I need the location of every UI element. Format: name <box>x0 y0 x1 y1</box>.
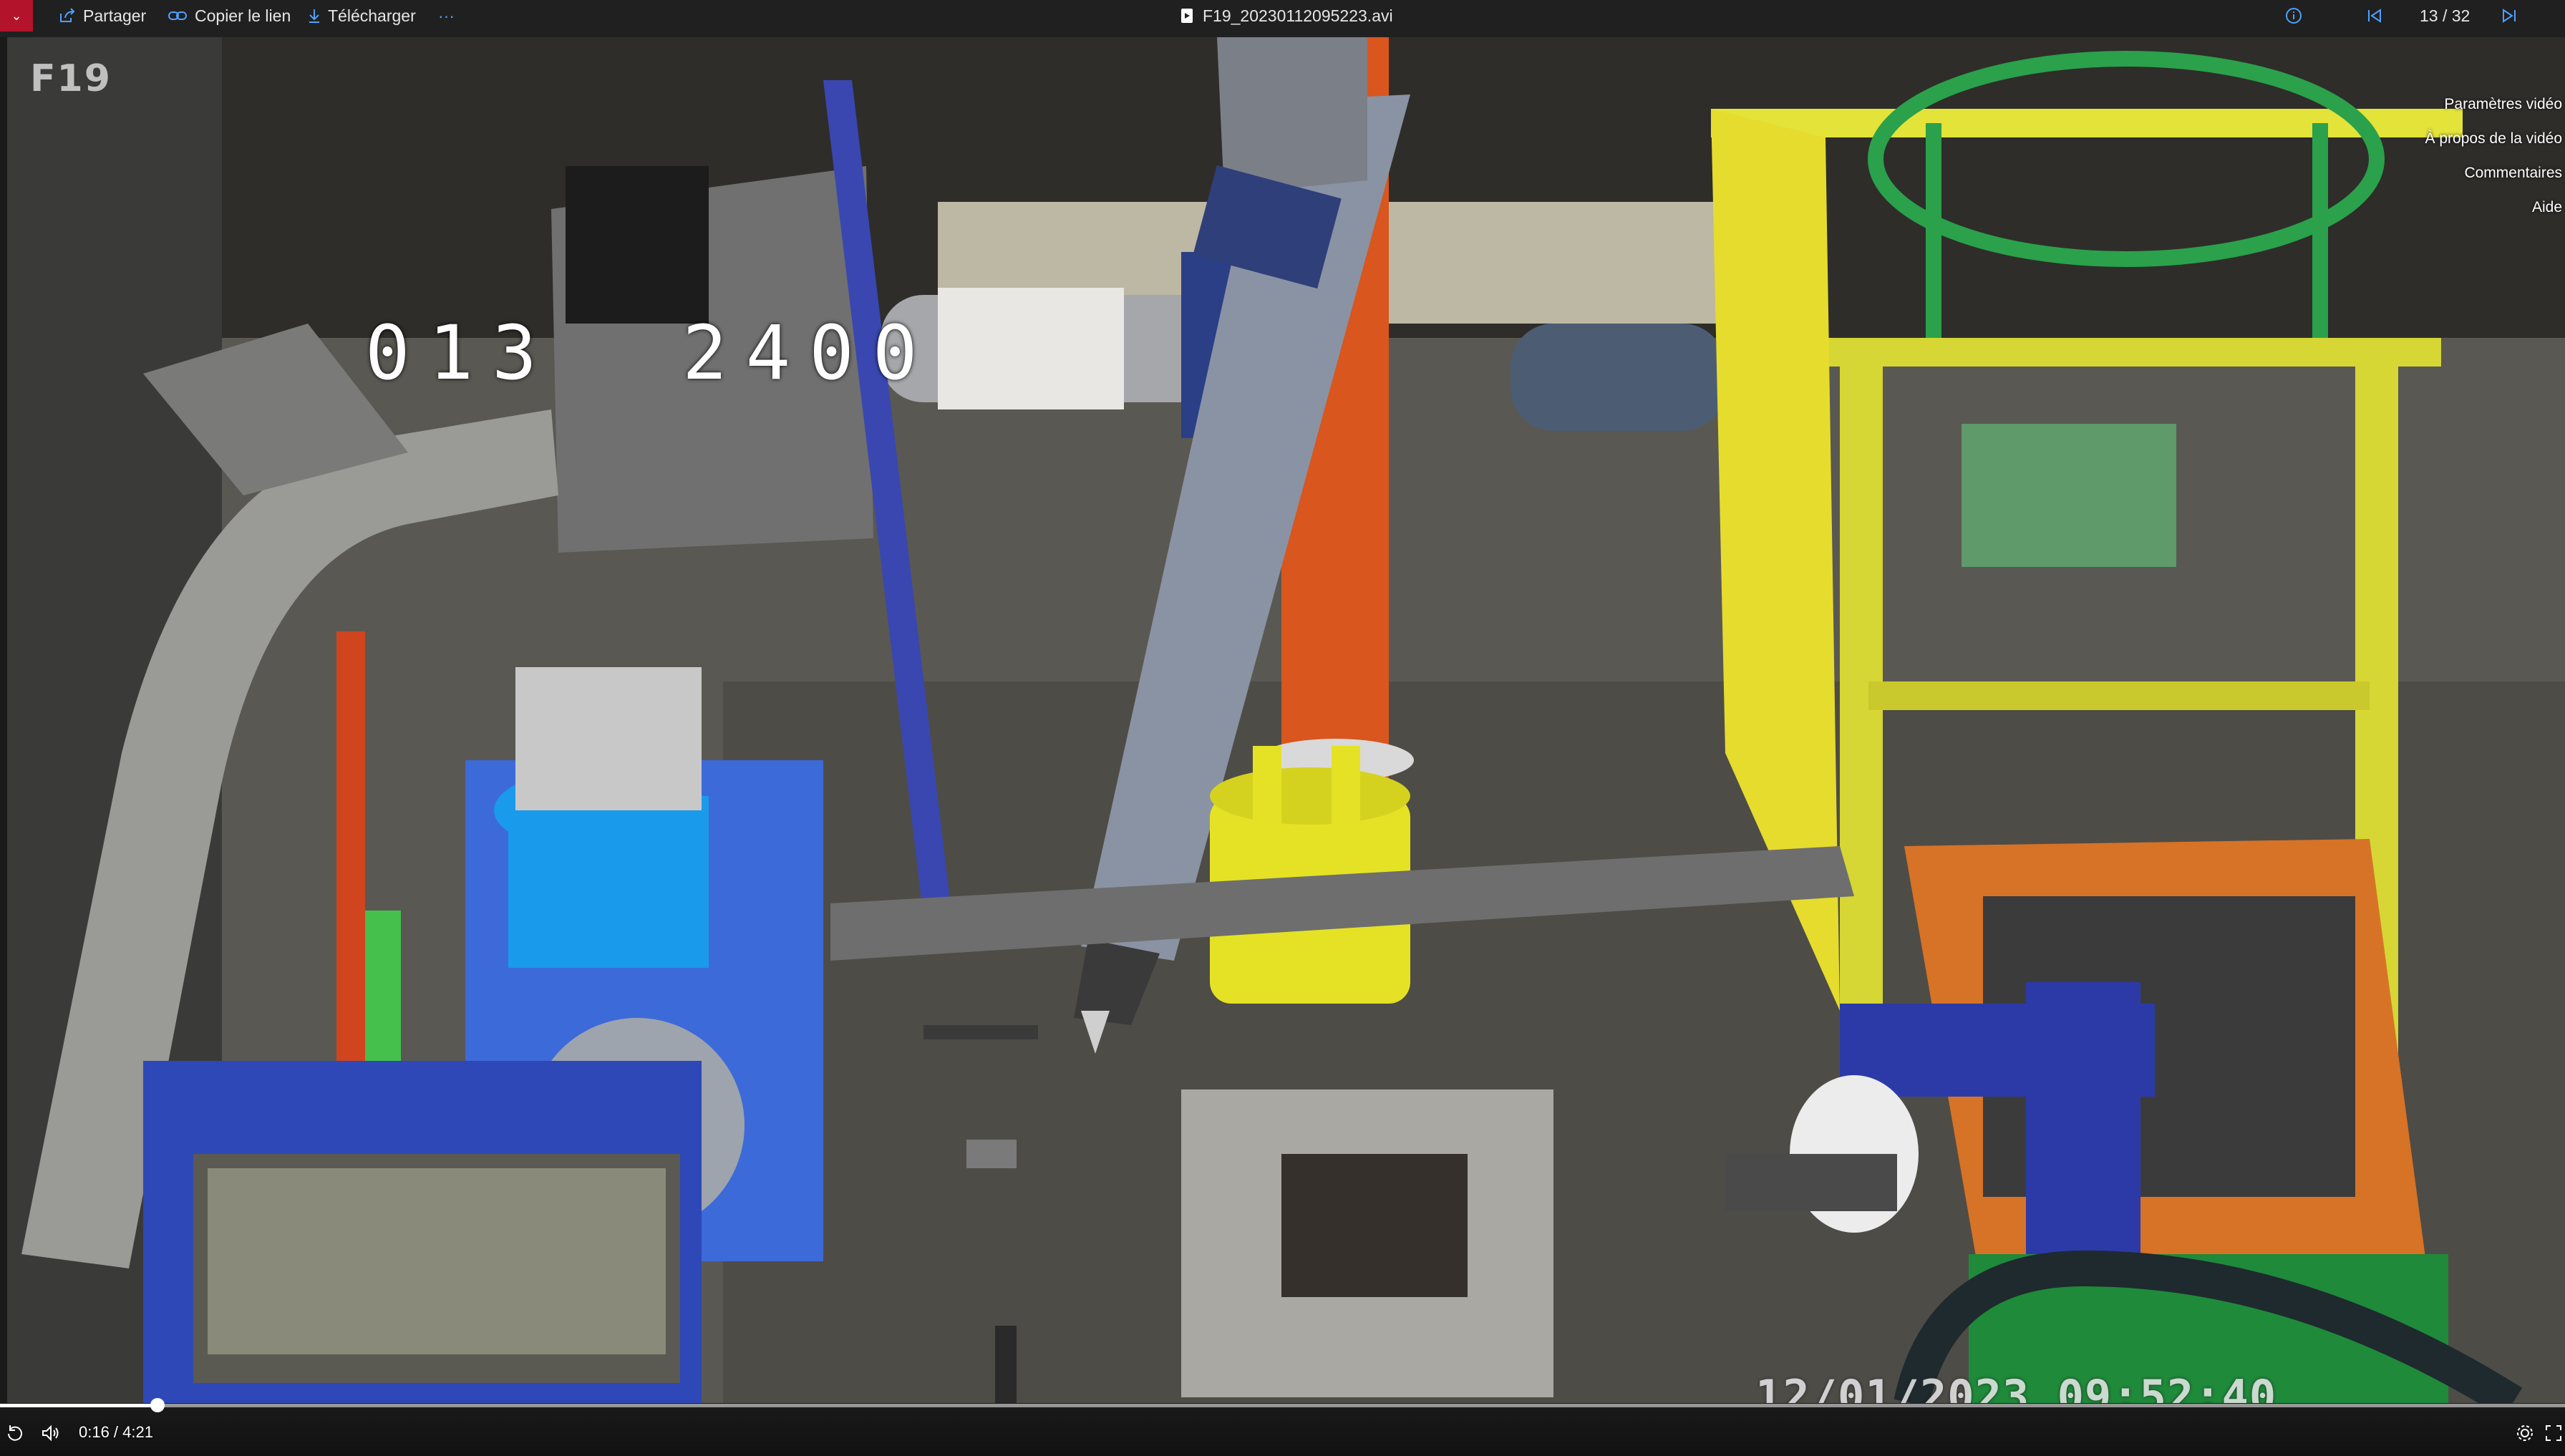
menu-item-comments[interactable]: Commentaires <box>2393 156 2565 190</box>
app-menu-button[interactable]: ⌄ <box>0 0 33 31</box>
osd-timestamp: 12/01/2023 09:52:40 <box>1755 1370 2277 1403</box>
download-label: Télécharger <box>328 6 416 25</box>
video-settings-button[interactable] <box>2514 1422 2536 1444</box>
link-icon <box>168 11 187 20</box>
replay-icon <box>8 1425 22 1441</box>
seek-handle[interactable] <box>150 1398 165 1412</box>
volume-icon <box>42 1425 59 1442</box>
share-label: Partager <box>83 6 147 25</box>
skip-previous-icon <box>2368 9 2381 23</box>
skip-next-icon <box>2503 9 2516 23</box>
share-button[interactable]: Partager <box>59 0 146 31</box>
share-icon <box>60 8 75 22</box>
seek-bar-progress <box>0 1404 157 1407</box>
osd-counter: 013 2400 <box>365 309 936 397</box>
fullscreen-button[interactable] <box>2543 1422 2564 1444</box>
more-icon: ··· <box>438 6 455 25</box>
menu-item-help[interactable]: Aide <box>2393 190 2565 225</box>
more-options-button[interactable]: ··· <box>438 0 455 31</box>
gear-icon <box>2517 1425 2533 1441</box>
download-button[interactable]: Télécharger <box>308 0 416 31</box>
camera-label: F19 <box>30 57 112 100</box>
copy-link-button[interactable]: Copier le lien <box>168 0 291 31</box>
info-icon <box>2286 8 2302 24</box>
video-frame[interactable]: F19 013 2400 12/01/2023 09:52:40 Paramèt… <box>7 37 2565 1403</box>
file-title: F19_20230112095223.avi <box>1181 0 1393 31</box>
previous-button[interactable] <box>2367 0 2382 31</box>
item-counter: 13 / 32 <box>2420 6 2471 25</box>
menu-item-about-video[interactable]: À propos de la vidéo <box>2393 122 2565 156</box>
player-controls <box>0 1403 2565 1456</box>
replay-button[interactable] <box>4 1422 26 1444</box>
side-menu: Paramètres vidéo À propos de la vidéo Co… <box>2393 87 2565 225</box>
time-display: 0:16 / 4:21 <box>79 1423 153 1441</box>
video-scene <box>7 37 2565 1403</box>
volume-button[interactable] <box>40 1422 62 1444</box>
download-icon <box>309 9 319 23</box>
copy-link-label: Copier le lien <box>195 6 291 25</box>
seek-bar[interactable] <box>0 1404 2565 1407</box>
chevron-down-icon: ⌄ <box>11 8 22 23</box>
fullscreen-icon <box>2546 1425 2561 1441</box>
top-toolbar: ⌄ Partager Copier le lien Télécharger ··… <box>0 0 2565 37</box>
menu-item-video-settings[interactable]: Paramètres vidéo <box>2393 87 2565 122</box>
info-button[interactable] <box>2285 0 2302 31</box>
video-file-icon <box>1181 9 1193 23</box>
file-name: F19_20230112095223.avi <box>1203 6 1393 25</box>
next-button[interactable] <box>2501 0 2517 31</box>
